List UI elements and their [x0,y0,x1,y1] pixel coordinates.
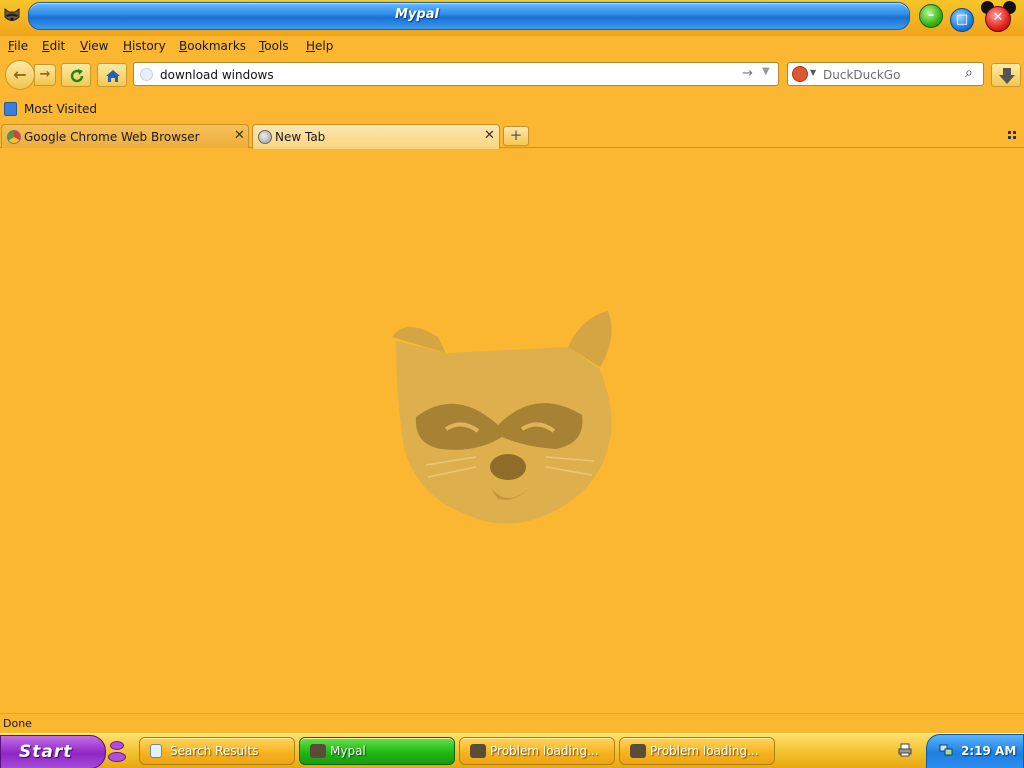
globe-icon [140,68,153,81]
download-icon [999,68,1015,84]
new-tab-button[interactable]: + [503,126,529,146]
task-label: Problem loading... [490,744,599,758]
magnifier-icon[interactable]: ⌕ [965,65,973,81]
maximize-button[interactable]: □ [950,8,974,32]
maximize-icon: □ [955,12,969,27]
address-bar[interactable]: → ▼ [133,62,779,86]
start-button[interactable]: Start [0,735,106,768]
window-title: Mypal [395,7,439,22]
status-text: Done [3,717,32,730]
raccoon-icon [470,744,486,758]
menu-help[interactable]: Help [306,39,333,53]
title-bar: Mypal – □ ✕ [0,0,1024,36]
minimize-icon: – [927,8,935,23]
taskbar: Start Search Results Mypal Problem loadi… [0,733,1024,768]
task-label: Mypal [330,744,366,758]
back-button[interactable]: ← [5,60,35,90]
menu-edit[interactable]: Edit [42,39,65,53]
task-label: Search Results [170,744,259,758]
reload-button[interactable] [61,63,91,87]
network-icon[interactable] [939,743,953,757]
chrome-icon [7,130,21,144]
raccoon-app-icon[interactable] [2,5,22,25]
close-icon: ✕ [992,10,1004,25]
minimize-button[interactable]: – [919,4,943,28]
globe-icon [258,130,272,144]
document-icon [150,744,162,758]
raccoon-mascot [392,311,612,524]
home-button[interactable] [97,63,127,87]
taskbar-item-problem-loading-2[interactable]: Problem loading... [619,737,775,765]
menu-file[interactable]: File [8,39,28,53]
status-bar: Done [0,713,1024,733]
taskbar-item-mypal[interactable]: Mypal [299,737,455,765]
search-input[interactable] [823,66,958,83]
bookmarks-toolbar: Most Visited [0,98,1024,120]
tab-google-chrome[interactable]: Google Chrome Web Browser ✕ [1,124,249,148]
chevron-down-icon[interactable]: ▼ [810,68,816,77]
menu-tools[interactable]: Tools [259,39,289,53]
decoration-blob-icon [108,752,126,762]
close-tab-icon[interactable]: ✕ [234,128,245,143]
close-button[interactable]: ✕ [985,6,1011,32]
tab-label: New Tab [275,130,326,144]
taskbar-item-search-results[interactable]: Search Results [139,737,295,765]
start-label: Start [19,742,73,762]
clock[interactable]: 2:19 AM [961,744,1016,758]
forward-button[interactable]: → [34,64,56,86]
download-button[interactable] [991,63,1021,87]
printer-icon[interactable] [898,743,912,757]
raccoon-icon [630,744,646,758]
page-content [0,149,1024,713]
menu-bookmarks[interactable]: Bookmarks [179,39,246,53]
forward-arrow-icon: → [39,67,51,82]
tab-label: Google Chrome Web Browser [24,130,200,144]
home-icon [106,70,120,82]
folder-icon [4,102,17,116]
close-tab-icon[interactable]: ✕ [484,128,495,143]
back-arrow-icon: ← [13,65,27,84]
bookmark-label: Most Visited [24,102,98,116]
raccoon-icon [310,744,326,758]
navigation-toolbar: ← → → ▼ ▼ ⌕ [0,58,1024,90]
taskbar-item-problem-loading-1[interactable]: Problem loading... [459,737,615,765]
system-tray: 2:19 AM [926,734,1024,768]
tab-strip: Google Chrome Web Browser ✕ New Tab ✕ + [0,124,1024,149]
menu-view[interactable]: View [80,39,108,53]
tab-list-icon[interactable] [1008,131,1018,141]
search-bar[interactable]: ▼ ⌕ [787,62,984,86]
task-label: Problem loading... [650,744,759,758]
menu-bar: File Edit View History Bookmarks Tools H… [0,36,1024,56]
go-arrow-icon[interactable]: → [742,66,753,81]
decoration-blob-icon [110,741,124,750]
tab-new-tab[interactable]: New Tab ✕ [252,124,500,149]
menu-history[interactable]: History [123,39,166,53]
dropdown-icon[interactable]: ▼ [762,66,770,77]
duckduckgo-icon[interactable] [792,66,808,82]
reload-icon [70,69,84,83]
url-input[interactable] [160,66,730,83]
